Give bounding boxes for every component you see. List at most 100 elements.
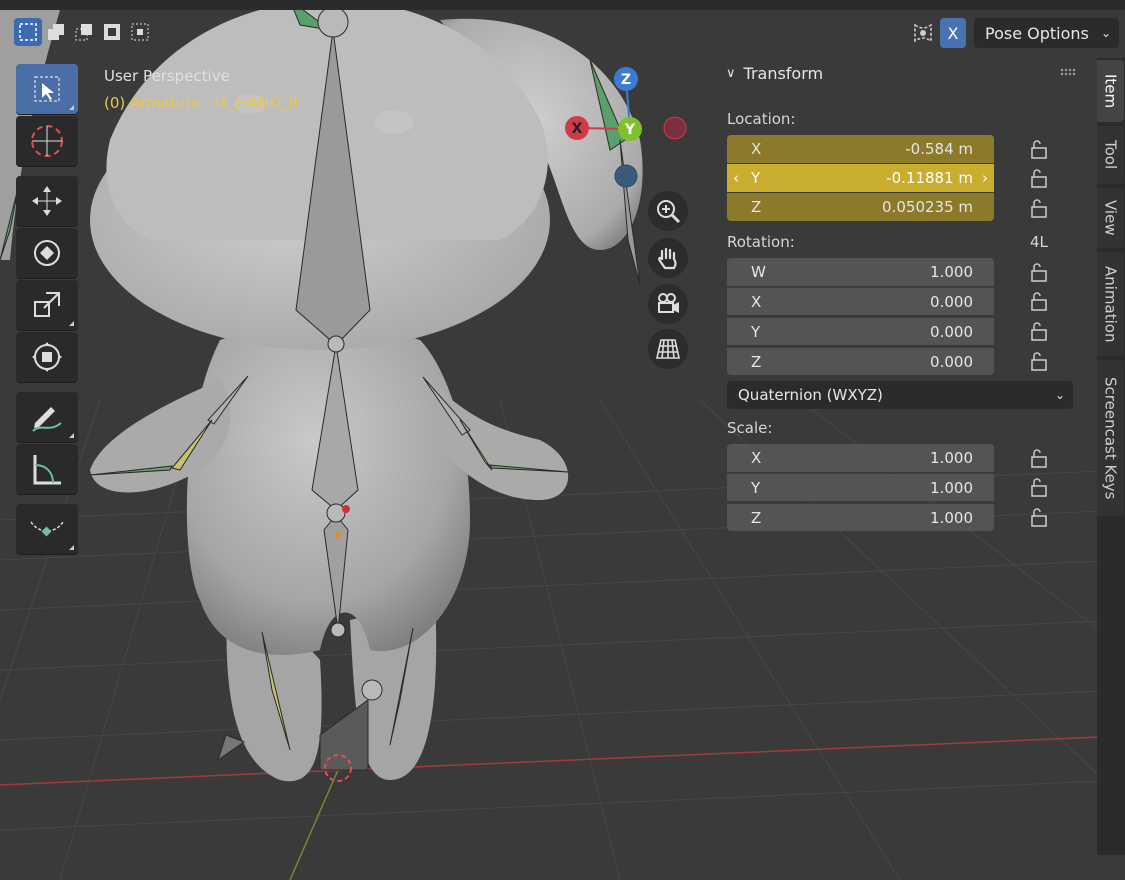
transform-icon: [32, 342, 62, 372]
lock-icon[interactable]: [1028, 198, 1052, 218]
axis-label: X: [751, 140, 762, 158]
lock-icon[interactable]: [1028, 291, 1052, 311]
tab-screencast-keys[interactable]: Screencast Keys: [1097, 360, 1124, 516]
select-subtract-button[interactable]: [70, 18, 98, 46]
lock-icon[interactable]: [1028, 477, 1052, 497]
gizmo-neg-y: [614, 164, 638, 188]
rotation-mode-value: Quaternion (WXYZ): [738, 386, 883, 404]
scale-x-field[interactable]: X 1.000: [727, 444, 994, 472]
gizmo-neg-x: [663, 116, 687, 140]
lock-icon[interactable]: [1028, 262, 1052, 282]
chevron-down-icon: ⌄: [1100, 26, 1111, 40]
perspective-toggle-button[interactable]: [648, 329, 688, 369]
tab-animation[interactable]: Animation: [1097, 252, 1124, 356]
scale-y-field[interactable]: Y 1.000: [727, 473, 994, 501]
transform-panel-title: Transform: [743, 64, 824, 83]
tab-item[interactable]: Item: [1097, 60, 1124, 122]
field-value: 0.000: [930, 292, 973, 311]
chevron-down-icon: ∨: [726, 66, 736, 81]
select-extend-button[interactable]: [42, 18, 70, 46]
pan-button[interactable]: [648, 238, 688, 278]
axis-label: X: [751, 449, 762, 467]
tab-label: Screencast Keys: [1101, 376, 1120, 500]
tab-label: Tool: [1101, 140, 1120, 170]
ruler-icon: [33, 455, 61, 485]
lock-icon[interactable]: [1028, 507, 1052, 527]
lock-icon[interactable]: [1028, 168, 1052, 188]
cursor-tool[interactable]: [16, 116, 78, 166]
axis-label: Z: [751, 198, 762, 216]
drag-handle-icon[interactable]: [1060, 68, 1076, 76]
axis-label: X: [751, 292, 762, 311]
measure-tool[interactable]: [16, 444, 78, 494]
xray-icon: [914, 23, 932, 43]
select-box-icon: [34, 76, 60, 102]
lock-icon[interactable]: [1028, 321, 1052, 341]
field-value: 1.000: [930, 478, 973, 497]
rotation-x-field[interactable]: X 0.000: [727, 287, 994, 315]
location-label: Location:: [727, 110, 796, 128]
nose: [374, 110, 414, 134]
field-value: 0.000: [930, 322, 973, 341]
move-icon: [32, 186, 62, 216]
decrement-arrow-icon[interactable]: ‹: [733, 169, 739, 187]
scale-icon: [34, 292, 60, 317]
axis-label: Y: [751, 169, 761, 187]
lock-icon[interactable]: [1028, 351, 1052, 371]
location-z-field[interactable]: Z 0.050235 m: [727, 193, 994, 221]
axis-label: W: [751, 263, 766, 281]
rotate-icon: [34, 240, 60, 266]
tab-label: Item: [1101, 73, 1120, 109]
location-y-field[interactable]: ‹ Y -0.11881 m ›: [727, 164, 994, 192]
pose-options-label: Pose Options: [985, 23, 1089, 43]
field-value: 0.000: [930, 352, 973, 371]
scale-z-field[interactable]: Z 1.000: [727, 503, 994, 531]
tab-label: Animation: [1101, 265, 1120, 343]
rotation-lock-4l-toggle[interactable]: 4L: [1030, 233, 1048, 251]
increment-arrow-icon[interactable]: ›: [982, 169, 988, 187]
3d-viewport[interactable]: User Perspective (0) Armature : IK_HAND_…: [0, 0, 1125, 880]
transform-panel-header[interactable]: ∨ Transform: [726, 64, 823, 83]
selection-mode-group: [14, 18, 154, 48]
navigation-gizmo[interactable]: Z X Y: [560, 62, 690, 192]
select-new-button[interactable]: [14, 18, 42, 46]
viewport-object-label: (0) Armature : IK_HAND_R: [104, 94, 300, 112]
rotation-y-field[interactable]: Y 0.000: [727, 317, 994, 345]
select-invert-button[interactable]: [98, 18, 126, 46]
select-intersect-button[interactable]: [126, 18, 154, 46]
top-header-strip: [0, 0, 1125, 10]
rotate-tool[interactable]: [16, 228, 78, 278]
xray-toggle-button[interactable]: X: [940, 18, 966, 48]
viewport-perspective-label: User Perspective: [104, 67, 230, 85]
tab-tool[interactable]: Tool: [1097, 126, 1124, 184]
scale-label: Scale:: [727, 419, 773, 437]
annotate-icon: [32, 407, 62, 432]
field-value: 1.000: [930, 449, 973, 467]
lock-icon[interactable]: [1028, 448, 1052, 468]
field-value: 1.000: [930, 263, 973, 281]
axis-label: Z: [751, 508, 762, 527]
rotation-label: Rotation:: [727, 233, 795, 251]
axis-label: Z: [751, 352, 762, 371]
chevron-down-icon: ⌄: [1054, 388, 1065, 402]
rotation-mode-dropdown[interactable]: Quaternion (WXYZ) ⌄: [727, 381, 1073, 409]
location-x-field[interactable]: X -0.584 m: [727, 135, 994, 163]
tab-view[interactable]: View: [1097, 188, 1124, 248]
select-box-tool[interactable]: [16, 64, 78, 114]
zoom-button[interactable]: [648, 191, 688, 231]
scale-tool[interactable]: [16, 280, 78, 330]
transform-tool[interactable]: [16, 332, 78, 382]
rotation-z-field[interactable]: Z 0.000: [727, 347, 994, 375]
xray-settings-button[interactable]: [906, 18, 940, 48]
field-value: -0.584 m: [905, 140, 973, 158]
pose-breakdown-tool[interactable]: [16, 504, 78, 554]
rotation-w-field[interactable]: W 1.000: [727, 258, 994, 286]
pose-options-dropdown[interactable]: Pose Options ⌄: [974, 18, 1119, 48]
gizmo-y-label: Y: [624, 122, 636, 138]
move-tool[interactable]: [16, 176, 78, 226]
annotate-tool[interactable]: [16, 392, 78, 442]
lock-icon[interactable]: [1028, 139, 1052, 159]
field-value: 0.050235 m: [882, 198, 973, 216]
camera-view-button[interactable]: [648, 284, 688, 324]
gizmo-x-label: X: [572, 121, 583, 137]
